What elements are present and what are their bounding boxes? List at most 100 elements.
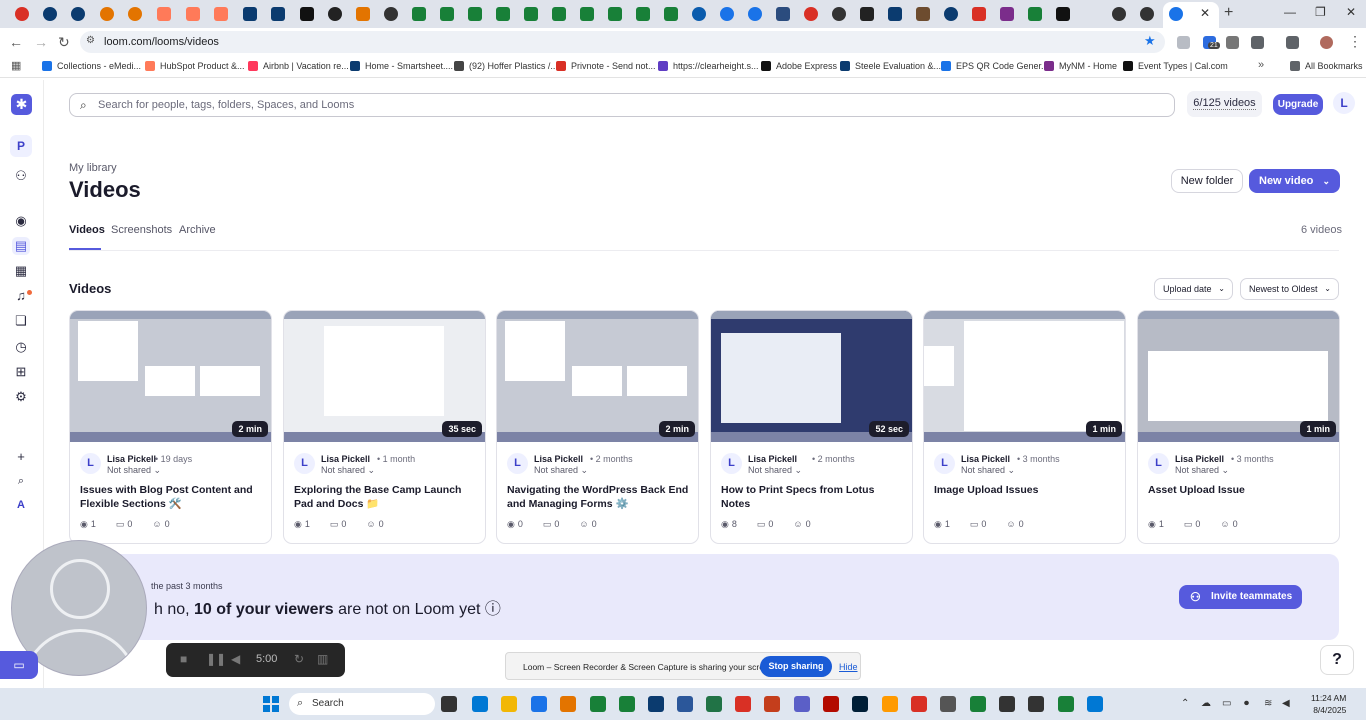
sort-field-select[interactable]: Upload date ⌄: [1154, 278, 1233, 300]
bookmark-link[interactable]: Steele Evaluation &...: [855, 61, 941, 71]
video-title[interactable]: Asset Upload Issue: [1148, 483, 1333, 497]
tab-favicon[interactable]: [804, 7, 818, 21]
tab-favicon[interactable]: [1028, 7, 1042, 21]
app-icon[interactable]: [648, 696, 664, 712]
tab-favicon[interactable]: [15, 7, 29, 21]
sidepanel-icon[interactable]: [1286, 36, 1299, 49]
profile-icon[interactable]: ◉: [12, 212, 30, 230]
url-field[interactable]: [80, 31, 1165, 53]
video-card[interactable]: 1 min L Lisa Pickell • 3 months Not shared ⌄…: [1137, 310, 1340, 544]
tab-favicon[interactable]: [1056, 7, 1070, 21]
close-window-icon[interactable]: ✕: [1346, 5, 1356, 19]
search-input[interactable]: [98, 97, 1158, 113]
volume-icon[interactable]: ◀: [1282, 698, 1290, 709]
tab-favicon[interactable]: [748, 7, 762, 21]
sort-order-select[interactable]: Newest to Oldest ⌄: [1240, 278, 1339, 300]
tab-favicon[interactable]: [552, 7, 566, 21]
bookmark-link[interactable]: Event Types | Cal.com: [1138, 61, 1228, 71]
video-card[interactable]: 2 min L Lisa Pickell • 2 months Not shared ⌄…: [496, 310, 699, 544]
tab-favicon[interactable]: [664, 7, 678, 21]
new-tab-icon[interactable]: +: [1224, 4, 1233, 22]
clock-icon[interactable]: ◷: [12, 338, 30, 356]
video-card[interactable]: 52 sec L Lisa Pickell • 2 months Not shared …: [710, 310, 913, 544]
share-status-dropdown[interactable]: Not shared ⌄: [534, 465, 588, 476]
share-status-dropdown[interactable]: Not shared ⌄: [107, 465, 161, 476]
bookmark-link[interactable]: Collections - eMedi...: [57, 61, 141, 71]
tab-favicon[interactable]: [412, 7, 426, 21]
bookmark-link[interactable]: Privnote - Send not...: [571, 61, 656, 71]
mute-icon[interactable]: ◀: [231, 652, 240, 666]
video-title[interactable]: Exploring the Base Camp Launch Pad and D…: [294, 483, 479, 511]
wifi-icon[interactable]: ≋: [1264, 698, 1272, 709]
user-avatar[interactable]: L: [1333, 92, 1355, 114]
url-text[interactable]: loom.com/looms/videos: [104, 36, 219, 48]
bookmark-link[interactable]: (92) Hoffer Plastics /...: [469, 61, 558, 71]
tab-favicon[interactable]: [888, 7, 902, 21]
tab-favicon[interactable]: [440, 7, 454, 21]
pause-icon[interactable]: ❚❚: [206, 652, 226, 666]
clock[interactable]: 11:24 AM 8/4/2025: [1311, 692, 1346, 716]
teams-icon[interactable]: [794, 696, 810, 712]
pdf-icon[interactable]: [911, 696, 927, 712]
forward-icon[interactable]: →: [34, 34, 48, 50]
app-icon[interactable]: [1058, 696, 1074, 712]
tab-favicon[interactable]: [608, 7, 622, 21]
restart-icon[interactable]: ↻: [294, 652, 304, 666]
tab-favicon[interactable]: [496, 7, 510, 21]
windows-start-icon[interactable]: [263, 696, 279, 712]
illustrator-icon[interactable]: [882, 696, 898, 712]
outlook-icon[interactable]: [472, 696, 488, 712]
search-bar[interactable]: ⌕: [69, 93, 1175, 117]
bookmark-star-icon[interactable]: ★: [1144, 33, 1156, 49]
puzzle-icon[interactable]: [1251, 36, 1264, 49]
new-video-button[interactable]: New video ⌄: [1249, 169, 1340, 193]
tab-favicon[interactable]: [1140, 7, 1154, 21]
tab-favicon[interactable]: [71, 7, 85, 21]
photoshop-icon[interactable]: [852, 696, 868, 712]
upgrade-button[interactable]: Upgrade: [1273, 94, 1323, 115]
video-card[interactable]: 35 sec L Lisa Pickell • 1 month Not shared ⌄…: [283, 310, 486, 544]
site-info-icon[interactable]: ⚙: [86, 35, 95, 46]
workspace-avatar[interactable]: P: [10, 135, 32, 157]
tab-favicon[interactable]: [524, 7, 538, 21]
tab-favicon[interactable]: [972, 7, 986, 21]
onedrive-icon[interactable]: ☁: [1201, 698, 1211, 709]
plus-icon[interactable]: +: [12, 448, 30, 466]
reload-icon[interactable]: ↻: [58, 34, 70, 51]
back-icon[interactable]: ←: [9, 34, 23, 50]
calculator-icon[interactable]: [940, 696, 956, 712]
video-thumbnail[interactable]: 2 min: [497, 311, 698, 442]
apps-grid-icon[interactable]: ▦: [11, 59, 21, 72]
calendar-icon[interactable]: ▦: [12, 262, 30, 280]
acrobat-icon[interactable]: [735, 696, 751, 712]
add-member-icon[interactable]: ⚇: [12, 167, 30, 185]
tab-favicon[interactable]: [300, 7, 314, 21]
bookmark-link[interactable]: Home - Smartsheet....: [365, 61, 453, 71]
tab-videos[interactable]: Videos: [69, 224, 105, 236]
trash-icon[interactable]: ▥: [317, 652, 328, 666]
video-quota[interactable]: 6/125 videos: [1187, 91, 1262, 117]
tray-chevron-icon[interactable]: ⌃: [1181, 698, 1189, 709]
recorder-camera-icon[interactable]: ▭: [0, 651, 38, 679]
tab-favicon[interactable]: [157, 7, 171, 21]
tab-favicon[interactable]: [356, 7, 370, 21]
tab-favicon[interactable]: [468, 7, 482, 21]
stop-recording-icon[interactable]: ■: [180, 652, 187, 666]
tab-archive[interactable]: Archive: [179, 224, 216, 236]
video-title[interactable]: Issues with Blog Post Content and Flexib…: [80, 483, 265, 511]
tab-favicon[interactable]: [1112, 7, 1126, 21]
video-title[interactable]: Image Upload Issues: [934, 483, 1119, 497]
active-tab[interactable]: [1163, 2, 1219, 28]
bookmark-link[interactable]: EPS QR Code Gener...: [956, 61, 1049, 71]
app-icon[interactable]: [590, 696, 606, 712]
video-thumbnail[interactable]: 52 sec: [711, 311, 912, 442]
tab-favicon[interactable]: [692, 7, 706, 21]
more-bookmarks-icon[interactable]: »: [1258, 59, 1264, 71]
profile-avatar[interactable]: [1320, 36, 1333, 49]
video-title[interactable]: How to Print Specs from Lotus Notes: [721, 483, 906, 511]
outlook-icon[interactable]: [1087, 696, 1103, 712]
tab-favicon[interactable]: [43, 7, 57, 21]
app-icon[interactable]: [560, 696, 576, 712]
mic-icon[interactable]: ⏺: [1244, 698, 1249, 709]
excel-icon[interactable]: [706, 696, 722, 712]
